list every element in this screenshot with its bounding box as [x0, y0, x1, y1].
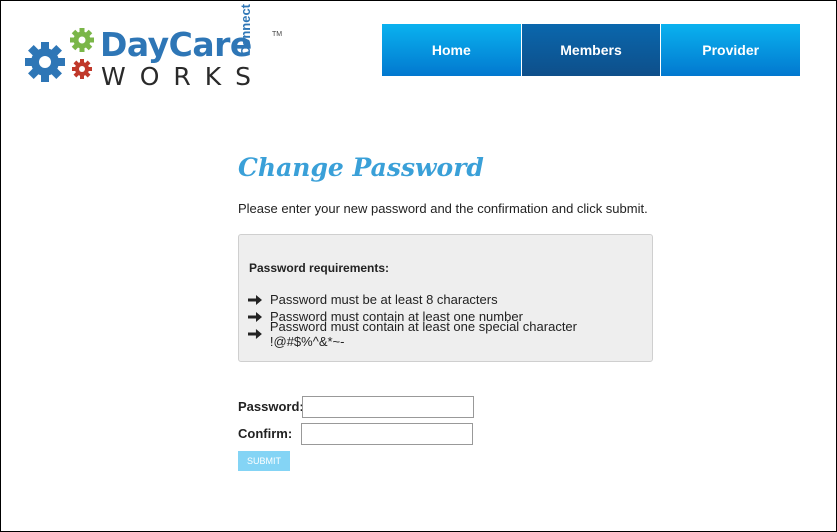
gears-icon	[25, 28, 94, 82]
logo-wordmark-works: WORKS	[101, 62, 266, 91]
confirm-label: Confirm:	[238, 426, 293, 441]
password-field[interactable]	[302, 396, 474, 418]
arrow-right-icon	[248, 294, 262, 305]
requirement-text: Password must be at least 8 characters	[270, 292, 498, 307]
password-requirements-box: Password requirements: Password must be …	[238, 234, 653, 362]
intro-text: Please enter your new password and the c…	[238, 201, 648, 216]
requirements-title: Password requirements:	[249, 261, 390, 275]
nav-home[interactable]: Home	[382, 24, 522, 76]
logo-wordmark-daycare: DayCare	[100, 25, 252, 64]
logo-wordmark-connect: Connect	[238, 4, 253, 56]
submit-button[interactable]: SUBMIT	[238, 451, 290, 471]
logo-trademark: TM	[272, 31, 283, 38]
page-frame: DayCare WORKS Connect TM Home Members Pr…	[0, 0, 837, 532]
requirements-list: Password must be at least 8 characters P…	[248, 291, 652, 349]
requirement-item: Password must be at least 8 characters	[248, 291, 652, 308]
arrow-right-icon	[248, 311, 262, 322]
page-title: Change Password	[238, 153, 484, 182]
nav-members[interactable]: Members	[521, 24, 662, 76]
requirement-text: Password must contain at least one speci…	[269, 318, 577, 349]
daycare-works-logo[interactable]: DayCare WORKS Connect TM	[25, 4, 285, 92]
arrow-right-icon	[248, 328, 262, 339]
nav-provider[interactable]: Provider	[661, 24, 801, 76]
confirm-field[interactable]	[301, 423, 473, 445]
main-nav: Home Members Provider	[382, 24, 801, 76]
requirement-item: Password must contain at least one speci…	[248, 319, 652, 349]
password-label: Password:	[238, 399, 304, 414]
